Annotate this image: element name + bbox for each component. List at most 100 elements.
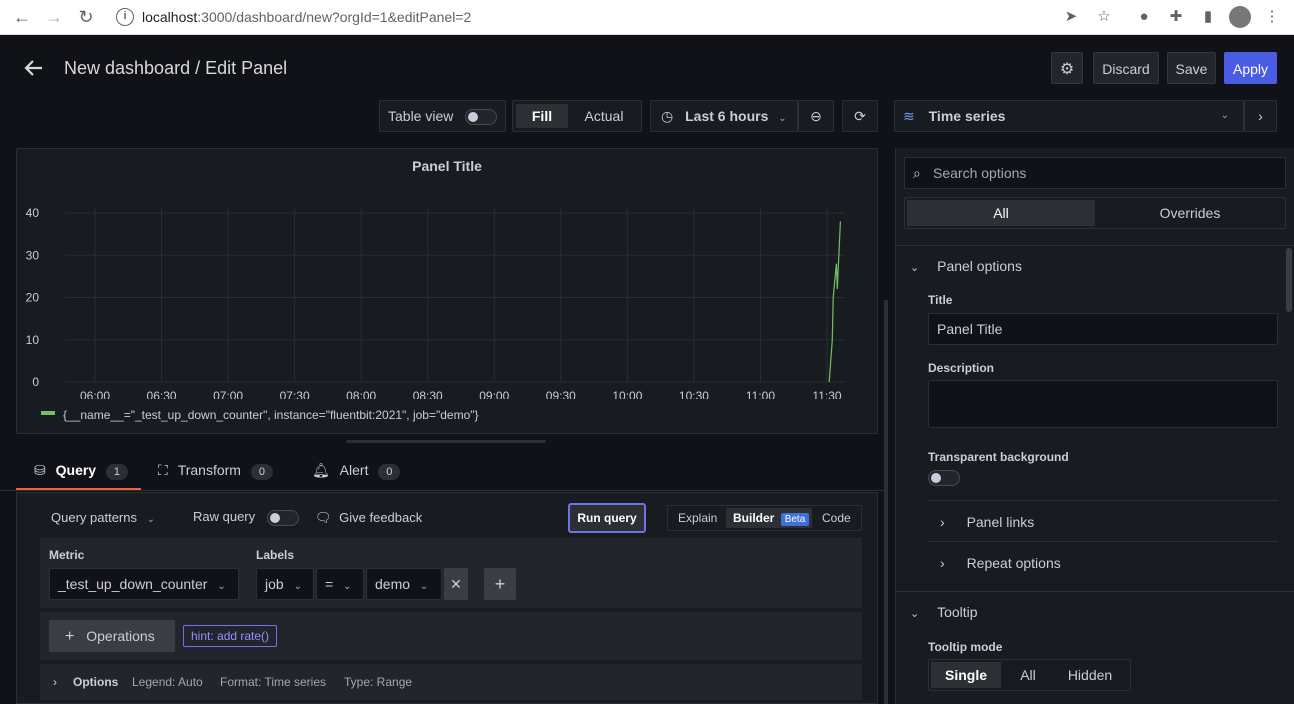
overrides-option[interactable]: Overrides xyxy=(1097,200,1283,226)
time-range-picker[interactable]: ◷ Last 6 hours ⌄ xyxy=(650,100,798,132)
transparent-bg-switch[interactable] xyxy=(928,470,960,487)
labels-label: Labels xyxy=(256,548,295,562)
reload-icon[interactable]: ↻ xyxy=(74,5,98,29)
left-scrollbar[interactable] xyxy=(884,300,888,704)
chevron-down-icon: ⌄ xyxy=(146,514,156,525)
tab-transform-count: 0 xyxy=(250,464,273,480)
actual-option[interactable]: Actual xyxy=(571,104,637,128)
tooltip-mode-hidden[interactable]: Hidden xyxy=(1053,662,1127,688)
repeat-options-header[interactable]: › Repeat options xyxy=(940,555,1061,571)
remove-label-button[interactable]: ✕ xyxy=(444,568,468,600)
label-key-select[interactable]: job ⌄ xyxy=(256,568,314,600)
hint-add-rate-button[interactable]: hint: add rate() xyxy=(183,625,278,647)
browser-menu-icon[interactable]: ⋮ xyxy=(1261,6,1283,28)
x-tick-label: 08:30 xyxy=(413,389,443,399)
x-tick-label: 11:00 xyxy=(746,389,775,399)
add-operation-button[interactable]: + Operations xyxy=(49,620,175,652)
panel-title[interactable]: Panel Title xyxy=(17,158,877,174)
tooltip-header[interactable]: ⌄ Tooltip xyxy=(910,604,978,620)
save-button[interactable]: Save xyxy=(1167,52,1216,84)
site-info-icon[interactable]: i xyxy=(116,8,134,26)
description-textarea[interactable] xyxy=(928,380,1278,428)
x-tick-label: 06:30 xyxy=(147,389,177,399)
panel-options-header[interactable]: ⌄ Panel options xyxy=(910,258,1022,274)
legend-label[interactable]: {__name__="_test_up_down_counter", insta… xyxy=(63,408,479,422)
bookmark-star-icon[interactable]: ☆ xyxy=(1093,6,1115,28)
tooltip-mode-group: Single All Hidden xyxy=(928,659,1131,691)
tooltip-mode-label: Tooltip mode xyxy=(928,640,1003,654)
chevron-right-icon: › xyxy=(1258,108,1263,124)
options-pane: ⌕ Search options All Overrides ⌄ Panel o… xyxy=(895,148,1294,704)
query-patterns-dropdown[interactable]: Query patterns ⌄ xyxy=(51,510,155,525)
visualization-picker[interactable]: ≋ Time series ⌄ xyxy=(894,100,1244,132)
all-option[interactable]: All xyxy=(907,200,1095,226)
address-bar[interactable]: localhost:3000/dashboard/new?orgId=1&edi… xyxy=(142,4,1152,30)
metric-select[interactable]: _test_up_down_counter ⌄ xyxy=(49,568,239,600)
clock-icon: ◷ xyxy=(661,108,674,124)
chevron-down-icon: ⌄ xyxy=(343,581,352,592)
resize-handle[interactable] xyxy=(346,440,546,443)
type-info: Type: Range xyxy=(344,675,413,689)
description-field-label: Description xyxy=(928,361,995,375)
options-scrollbar[interactable] xyxy=(1286,248,1292,312)
chevron-down-icon: ⌄ xyxy=(217,581,226,592)
tab-alert-count: 0 xyxy=(378,464,401,480)
extensions-puzzle-icon[interactable]: ✚ xyxy=(1165,6,1187,28)
back-arrow-icon[interactable] xyxy=(22,56,46,80)
panel-links-header[interactable]: › Panel links xyxy=(940,514,1034,530)
settings-button[interactable]: ⚙ xyxy=(1051,52,1083,84)
refresh-button[interactable]: ⟳ xyxy=(842,100,878,132)
label-key-value: job xyxy=(265,576,284,592)
metric-value: _test_up_down_counter xyxy=(58,576,208,592)
search-options-input[interactable]: ⌕ Search options xyxy=(904,157,1286,189)
time-range-label: Last 6 hours xyxy=(685,108,769,124)
x-tick-label: 08:00 xyxy=(346,389,376,399)
tab-query[interactable]: ⛁ Query 1 xyxy=(34,462,128,490)
label-operator-select[interactable]: = ⌄ xyxy=(316,568,364,600)
side-panel-icon[interactable]: ▮ xyxy=(1197,6,1219,28)
operations-row: + Operations hint: add rate() xyxy=(40,612,862,660)
explain-option[interactable]: Explain xyxy=(678,506,717,530)
y-tick-label: 10 xyxy=(26,333,40,347)
fill-option[interactable]: Fill xyxy=(516,104,568,128)
options-divider xyxy=(928,500,1278,501)
code-option[interactable]: Code xyxy=(822,506,851,530)
discard-button[interactable]: Discard xyxy=(1093,52,1159,84)
add-label-button[interactable]: + xyxy=(484,568,516,600)
visualization-label: Time series xyxy=(928,108,1006,124)
apply-button[interactable]: Apply xyxy=(1224,52,1277,84)
table-view-switch[interactable] xyxy=(465,109,498,126)
y-tick-label: 40 xyxy=(26,206,40,220)
raw-query-toggle[interactable]: Raw query xyxy=(193,509,299,526)
extension-circle-icon[interactable]: ● xyxy=(1133,6,1155,28)
forward-icon[interactable]: → xyxy=(42,5,66,29)
zoom-out-button[interactable]: ⊖ xyxy=(798,100,834,132)
tab-query-count: 1 xyxy=(105,464,128,480)
browser-toolbar: ← → ↻ i localhost:3000/dashboard/new?org… xyxy=(0,0,1294,35)
run-query-button[interactable]: Run query xyxy=(568,503,646,533)
transparent-bg-label: Transparent background xyxy=(928,450,1069,464)
back-icon[interactable]: ← xyxy=(10,5,34,29)
title-input[interactable]: Panel Title xyxy=(928,313,1278,345)
profile-avatar[interactable] xyxy=(1229,6,1251,28)
give-feedback-label: Give feedback xyxy=(339,510,423,525)
tooltip-mode-single[interactable]: Single xyxy=(931,662,1001,688)
give-feedback-link[interactable]: 🗨︎ Give feedback xyxy=(315,510,422,526)
x-tick-label: 10:00 xyxy=(612,389,642,399)
options-row[interactable]: › Options Legend: Auto Format: Time seri… xyxy=(40,664,862,700)
builder-option[interactable]: Builder Beta xyxy=(726,508,812,528)
title-input-value: Panel Title xyxy=(937,321,1003,337)
tab-alert[interactable]: 🔔︎ Alert 0 xyxy=(312,462,401,490)
collapse-options-button[interactable]: › xyxy=(1244,100,1277,132)
chevron-right-icon: › xyxy=(940,555,945,571)
send-tab-icon[interactable]: ➤ xyxy=(1060,6,1082,28)
tooltip-mode-all[interactable]: All xyxy=(1005,662,1051,688)
tab-transform[interactable]: ⛶ Transform 0 xyxy=(158,462,273,490)
table-view-toggle[interactable]: Table view xyxy=(379,100,506,132)
tab-alert-label: Alert xyxy=(339,462,369,478)
tabs-divider xyxy=(0,490,886,491)
label-value-select[interactable]: demo ⌄ xyxy=(366,568,442,600)
chevron-down-icon: ⌄ xyxy=(910,608,920,620)
raw-query-switch[interactable] xyxy=(266,509,299,526)
legend-info: Legend: Auto xyxy=(132,675,203,689)
